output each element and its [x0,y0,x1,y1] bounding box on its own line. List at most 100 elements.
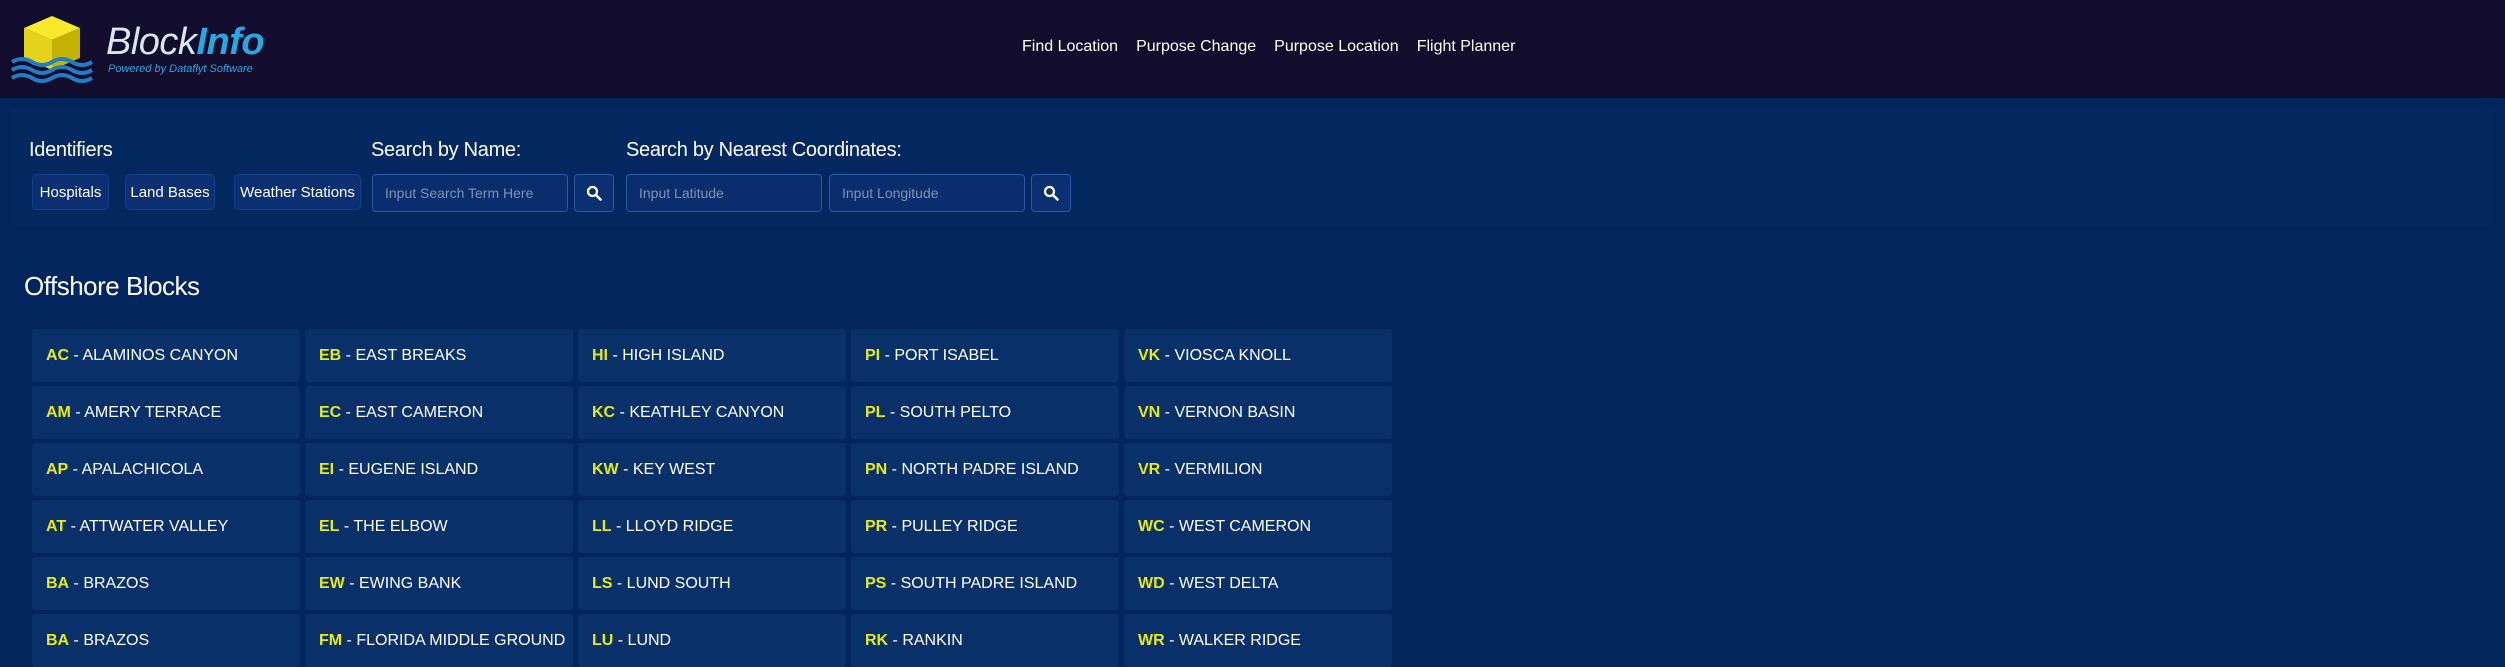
offshore-block-item[interactable]: EI - EUGENE ISLAND [305,443,573,496]
offshore-block-item[interactable]: KC - KEATHLEY CANYON [578,386,846,439]
offshore-blocks-title: Offshore Blocks [24,271,200,301]
offshore-block-item[interactable]: LS - LUND SOUTH [578,557,846,610]
block-code: AM [46,404,71,421]
search-panel: Identifiers Hospitals Land Bases Weather… [10,108,2495,226]
offshore-block-item[interactable]: WR - WALKER RIDGE [1124,614,1392,667]
offshore-block-item[interactable]: PR - PULLEY RIDGE [851,500,1119,553]
nav-flight-planner[interactable]: Flight Planner [1417,38,1525,56]
block-code: FM [319,632,343,649]
block-separator: - [69,632,84,649]
longitude-input[interactable] [829,174,1025,212]
block-code: VK [1138,347,1161,364]
block-name: APALACHICOLA [81,461,204,478]
block-name: THE ELBOW [353,518,448,535]
block-separator: - [344,575,359,592]
brand-name-light: Block [106,21,197,63]
block-code: LL [592,518,612,535]
block-name: VIOSCA KNOLL [1174,347,1291,364]
offshore-block-item[interactable]: WC - WEST CAMERON [1124,500,1392,553]
search-icon [586,185,602,201]
nav-purpose-location[interactable]: Purpose Location [1274,38,1408,56]
offshore-block-item[interactable]: PN - NORTH PADRE ISLAND [851,443,1119,496]
block-separator: - [341,404,356,421]
block-separator: - [341,347,356,364]
offshore-block-item[interactable]: VK - VIOSCA KNOLL [1124,329,1392,382]
block-separator: - [69,347,83,364]
block-separator: - [611,518,626,535]
block-name: BRAZOS [83,575,150,592]
block-name: LLOYD RIDGE [625,518,734,535]
identifiers-title: Identifiers [29,139,113,161]
block-separator: - [613,632,628,649]
block-name: EWING BANK [359,575,462,592]
offshore-block-item[interactable]: EW - EWING BANK [305,557,573,610]
top-navbar: BlockInfo Powered by Dataflyt Software F… [0,0,2505,98]
search-name-button[interactable] [574,174,614,212]
block-separator: - [1164,632,1179,649]
offshore-block-item[interactable]: LU - LUND [578,614,846,667]
block-code: PR [865,518,888,535]
block-name: SOUTH PELTO [899,404,1012,421]
block-separator: - [1160,461,1175,478]
block-separator: - [1160,404,1175,421]
blockinfo-cube-logo-icon [10,16,94,83]
block-name: VERMILION [1174,461,1263,478]
identifier-hospitals-button[interactable]: Hospitals [32,174,109,210]
block-name: KEATHLEY CANYON [629,404,785,421]
offshore-block-item[interactable]: VR - VERMILION [1124,443,1392,496]
offshore-block-item[interactable]: PL - SOUTH PELTO [851,386,1119,439]
brand-name-bold: Info [196,21,265,63]
latitude-input[interactable] [626,174,822,212]
offshore-block-item[interactable]: BA - BRAZOS [32,557,300,610]
offshore-block-item[interactable]: AM - AMERY TERRACE [32,386,300,439]
block-separator: - [66,518,80,535]
nav-find-location[interactable]: Find Location [1022,38,1127,56]
offshore-block-item[interactable]: RK - RANKIN [851,614,1119,667]
offshore-block-item[interactable]: EB - EAST BREAKS [305,329,573,382]
block-separator: - [887,461,902,478]
offshore-block-item[interactable]: LL - LLOYD RIDGE [578,500,846,553]
block-code: PS [865,575,887,592]
offshore-block-item[interactable]: PS - SOUTH PADRE ISLAND [851,557,1119,610]
offshore-block-item[interactable]: BA - BRAZOS [32,614,300,667]
block-name: LUND SOUTH [626,575,731,592]
block-separator: - [880,347,895,364]
offshore-block-item[interactable]: VN - VERNON BASIN [1124,386,1392,439]
offshore-block-item[interactable]: PI - PORT ISABEL [851,329,1119,382]
block-name: WALKER RIDGE [1178,632,1301,649]
block-name: VERNON BASIN [1174,404,1296,421]
nav-purpose-change[interactable]: Purpose Change [1136,38,1265,56]
block-name: ATTWATER VALLEY [79,518,229,535]
offshore-block-item[interactable]: EL - THE ELBOW [305,500,573,553]
offshore-block-item[interactable]: WD - WEST DELTA [1124,557,1392,610]
block-code: EW [319,575,345,592]
block-code: WD [1138,575,1165,592]
brand-logo-link[interactable]: BlockInfo Powered by Dataflyt Software [10,14,265,84]
search-coordinates-button[interactable] [1031,174,1071,212]
offshore-block-item[interactable]: AP - APALACHICOLA [32,443,300,496]
block-code: EI [319,461,335,478]
block-separator: - [885,404,900,421]
search-icon [1043,185,1059,201]
block-code: HI [592,347,608,364]
offshore-block-item[interactable]: HI - HIGH ISLAND [578,329,846,382]
block-name: KEY WEST [632,461,716,478]
block-code: RK [865,632,889,649]
offshore-block-item[interactable]: AC - ALAMINOS CANYON [32,329,300,382]
offshore-block-item[interactable]: AT - ATTWATER VALLEY [32,500,300,553]
offshore-block-item[interactable]: FM - FLORIDA MIDDLE GROUND [305,614,573,667]
identifier-weather-stations-button[interactable]: Weather Stations [234,174,361,210]
identifier-land-bases-button[interactable]: Land Bases [125,174,215,210]
block-code: KW [592,461,619,478]
block-separator: - [334,461,349,478]
block-separator: - [618,461,633,478]
block-name: AMERY TERRACE [84,404,222,421]
block-code: EC [319,404,342,421]
block-separator: - [886,575,901,592]
block-code: VN [1138,404,1161,421]
search-name-input[interactable] [372,174,568,212]
offshore-block-item[interactable]: EC - EAST CAMERON [305,386,573,439]
block-name: PULLEY RIDGE [901,518,1018,535]
offshore-block-item[interactable]: KW - KEY WEST [578,443,846,496]
offshore-blocks-grid: AC - ALAMINOS CANYON EB - EAST BREAKS HI -… [32,329,1392,667]
